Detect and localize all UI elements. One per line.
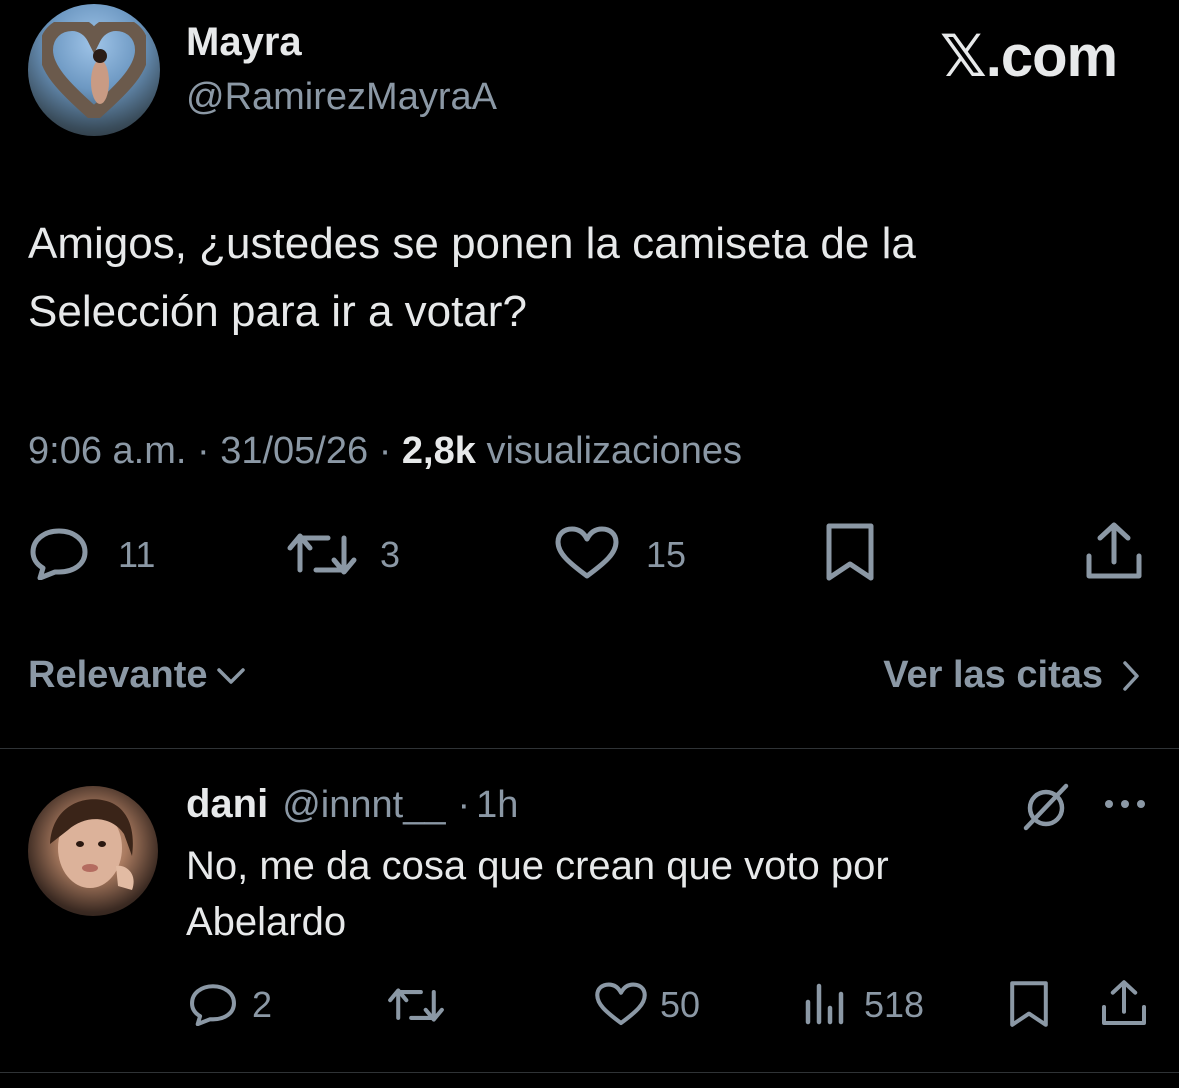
heart-icon (595, 982, 647, 1026)
reply-like-count: 50 (660, 984, 701, 1025)
views-count: 2,8k (401, 430, 476, 472)
reply-count: 11 (118, 534, 156, 575)
bookmark-icon (1010, 981, 1048, 1027)
bookmark-icon (826, 523, 874, 581)
sort-dropdown[interactable]: Relevante (28, 654, 246, 697)
reply-bookmark-button[interactable] (1008, 980, 1050, 1033)
like-button[interactable] (554, 526, 620, 582)
reply-views-count: 518 (864, 984, 925, 1025)
meta-separator: · (196, 430, 221, 472)
reply-reply-count: 2 (252, 984, 273, 1025)
reply-author-name[interactable]: dani (186, 782, 268, 827)
divider (0, 748, 1179, 749)
share-icon (1086, 522, 1142, 579)
reply-views-button[interactable] (802, 980, 846, 1031)
bookmark-button[interactable] (824, 522, 876, 582)
view-quotes-link[interactable]: Ver las citas (883, 654, 1141, 697)
author-handle[interactable]: @RamirezMayraA (186, 76, 497, 119)
more-button[interactable] (1102, 792, 1148, 821)
meta-separator: · (378, 430, 402, 472)
author-avatar[interactable] (28, 4, 160, 136)
more-icon (1105, 800, 1145, 808)
reply-icon (30, 528, 88, 580)
chevron-right-icon (1123, 660, 1139, 691)
reply-time[interactable]: 1h (476, 784, 518, 827)
reply-icon (190, 984, 236, 1027)
grok-icon (1023, 783, 1069, 831)
reply-author-handle[interactable]: @innnt__ (282, 784, 445, 827)
tweet-time[interactable]: 9:06 a.m. (28, 430, 186, 472)
retweet-button[interactable] (286, 528, 358, 580)
views-label: visualizaciones (486, 430, 743, 472)
heart-icon (555, 526, 619, 579)
meta-separator: · (457, 784, 471, 826)
view-quotes-label: Ver las citas (883, 654, 1103, 696)
reply-like-button[interactable] (594, 982, 648, 1033)
divider (0, 1072, 1179, 1073)
reply-button[interactable] (28, 526, 90, 580)
share-button[interactable] (1084, 520, 1144, 582)
reply-retweet-button[interactable] (386, 984, 446, 1031)
grok-button[interactable] (1020, 782, 1072, 837)
tweet-date[interactable]: 31/05/26 (220, 430, 368, 472)
reply-text: No, me da cosa que crean que voto por Ab… (186, 838, 1146, 950)
tweet-text: Amigos, ¿ustedes se ponen la camiseta de… (28, 210, 1148, 346)
retweet-icon (287, 533, 357, 575)
reply-avatar-image (50, 799, 134, 890)
reply-reply-button[interactable] (188, 982, 238, 1031)
reply-share-button[interactable] (1100, 978, 1148, 1033)
reply-text-line: Abelardo (186, 900, 347, 944)
like-count: 15 (646, 534, 687, 575)
share-icon (1102, 980, 1146, 1025)
retweet-icon (388, 988, 444, 1022)
author-name[interactable]: Mayra (186, 20, 302, 65)
reply-text-line: No, me da cosa que crean que voto por (186, 844, 889, 888)
reply-author-avatar[interactable] (28, 786, 158, 916)
tweet-text-line: Amigos, ¿ustedes se ponen la camiseta de… (28, 219, 916, 268)
tweet-text-line: Selección para ir a votar? (28, 287, 527, 336)
heart-sculpture-image (42, 22, 146, 118)
sort-label: Relevante (28, 654, 208, 696)
analytics-icon (805, 983, 844, 1025)
x-logo: 𝕏.com (940, 24, 1118, 89)
reply-header: dani @innnt__ · 1h (186, 782, 518, 827)
retweet-count: 3 (380, 534, 401, 575)
chevron-down-icon (216, 667, 245, 684)
tweet-meta: 9:06 a.m. · 31/05/26 · 2,8k visualizacio… (28, 430, 742, 473)
